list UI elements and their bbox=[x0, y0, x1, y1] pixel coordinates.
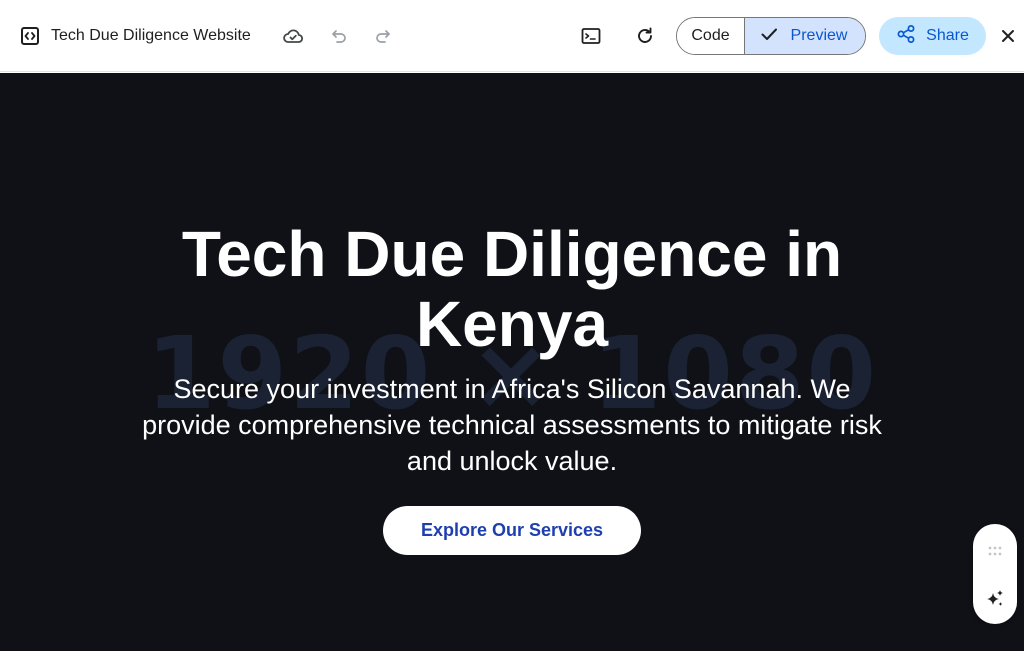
refresh-icon[interactable] bbox=[629, 20, 661, 52]
floating-tool-panel bbox=[973, 524, 1017, 624]
code-window-icon bbox=[18, 24, 42, 48]
terminal-icon[interactable] bbox=[575, 20, 607, 52]
share-icon bbox=[896, 24, 916, 49]
sparkle-icon[interactable] bbox=[984, 588, 1006, 610]
drag-handle-icon[interactable] bbox=[987, 544, 1003, 556]
top-toolbar: Tech Due Diligence Website Code Preview … bbox=[0, 0, 1024, 72]
close-icon[interactable] bbox=[992, 20, 1024, 52]
code-preview-toggle: Code Preview bbox=[676, 17, 866, 55]
share-button[interactable]: Share bbox=[879, 17, 986, 55]
preview-tab-label: Preview bbox=[790, 27, 848, 44]
code-tab-label: Code bbox=[691, 27, 730, 44]
share-button-label: Share bbox=[926, 27, 969, 44]
code-tab[interactable]: Code bbox=[677, 18, 745, 54]
preview-tab[interactable]: Preview bbox=[745, 18, 865, 54]
hero-subtitle: Secure your investment in Africa's Silic… bbox=[142, 374, 882, 476]
check-icon bbox=[759, 24, 779, 49]
website-preview: 1920 × 1080 Tech Due Diligence in Kenya … bbox=[0, 73, 1024, 651]
undo-icon[interactable] bbox=[323, 20, 355, 52]
document-title: Tech Due Diligence Website bbox=[51, 27, 251, 44]
hero-title: Tech Due Diligence in Kenya bbox=[181, 218, 843, 360]
explore-services-button[interactable]: Explore Our Services bbox=[383, 506, 641, 555]
cloud-check-icon[interactable] bbox=[277, 20, 309, 52]
redo-icon[interactable] bbox=[367, 20, 399, 52]
explore-services-label: Explore Our Services bbox=[420, 520, 604, 540]
